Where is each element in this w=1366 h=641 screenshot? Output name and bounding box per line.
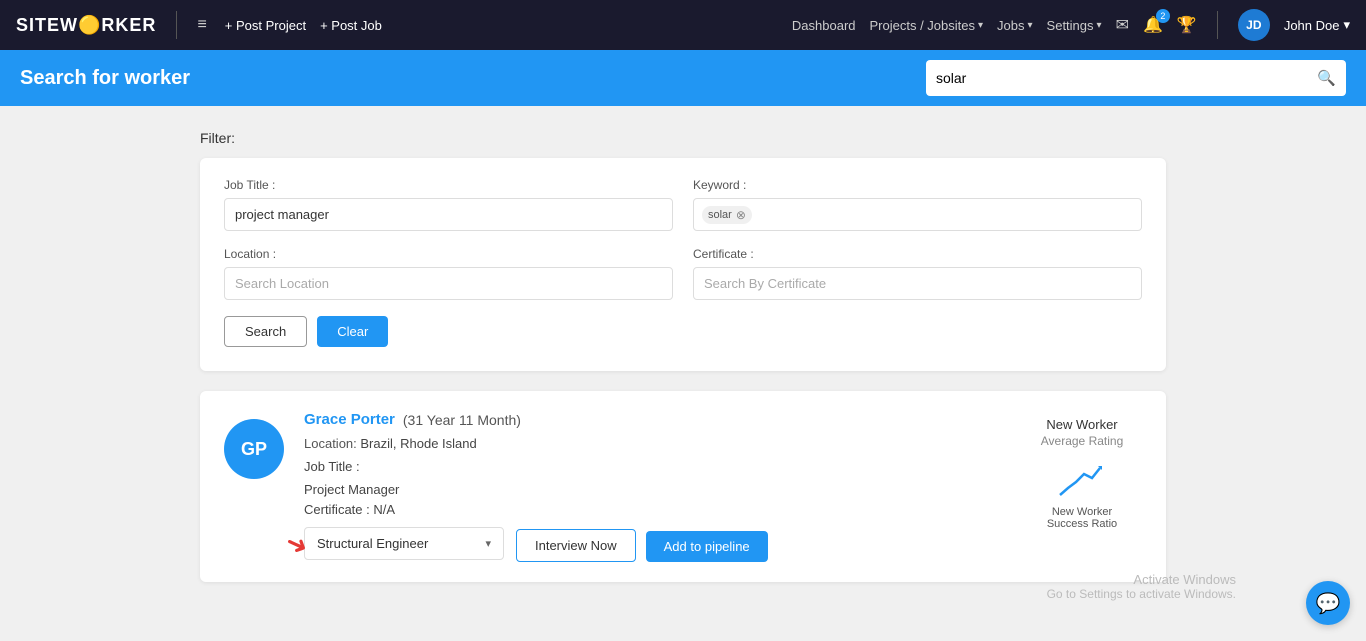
certificate-input[interactable] <box>693 267 1142 300</box>
post-job-button[interactable]: + Post Job <box>320 18 382 33</box>
filter-label: Filter: <box>200 130 1166 146</box>
interview-now-button[interactable]: Interview Now <box>516 529 636 562</box>
chevron-down-icon: ▾ <box>485 537 491 550</box>
page-header: Search for worker 🔍 <box>0 50 1366 106</box>
location-field: Location : <box>224 247 673 300</box>
logo-highlight: 🟡 <box>78 15 101 35</box>
chevron-down-icon: ▾ <box>1343 17 1350 33</box>
chat-button[interactable]: 💬 <box>1306 581 1350 625</box>
chevron-down-icon: ▾ <box>978 20 983 31</box>
chevron-down-icon: ▾ <box>1028 20 1033 31</box>
job-type-dropdown[interactable]: Structural Engineer ▾ <box>304 527 504 560</box>
nav-dashboard[interactable]: Dashboard <box>792 18 856 33</box>
location-value: Brazil, Rhode Island <box>360 436 476 451</box>
certificate-field: Certificate : <box>693 247 1142 300</box>
worker-info: Grace Porter (31 Year 11 Month) Location… <box>304 411 1002 562</box>
filter-card: Job Title : Keyword : solar ⊗ Location : <box>200 158 1166 371</box>
rating-title: New Worker <box>1046 417 1117 432</box>
worker-name[interactable]: Grace Porter <box>304 411 395 428</box>
worker-location: Location: Brazil, Rhode Island <box>304 434 1002 455</box>
worker-job-title-value: Project Manager <box>304 480 1002 501</box>
search-button[interactable]: Search <box>224 316 307 347</box>
worker-actions: Interview Now Add to pipeline <box>516 529 768 562</box>
location-label: Location : <box>224 247 673 261</box>
avatar[interactable]: JD <box>1238 9 1270 41</box>
nav-divider-2 <box>1217 11 1218 39</box>
filter-row-2: Location : Certificate : <box>224 247 1142 300</box>
success-ratio-chart <box>1058 460 1106 500</box>
user-name[interactable]: John Doe ▾ <box>1284 17 1350 33</box>
search-icon: 🔍 <box>1317 69 1336 87</box>
keyword-field: Keyword : solar ⊗ <box>693 178 1142 231</box>
nav-jobs[interactable]: Jobs ▾ <box>997 18 1033 33</box>
trophy-icon[interactable]: 🏆 <box>1177 15 1197 35</box>
clear-button[interactable]: Clear <box>317 316 388 347</box>
nav-icons: ✉ 🔔2 🏆 JD John Doe ▾ <box>1116 9 1350 41</box>
nav-settings[interactable]: Settings ▾ <box>1047 18 1102 33</box>
keyword-wrap[interactable]: solar ⊗ <box>693 198 1142 231</box>
location-key: Location: <box>304 436 357 451</box>
page-title: Search for worker <box>20 67 926 90</box>
certificate-key: Certificate : <box>304 502 370 517</box>
mail-icon[interactable]: ✉ <box>1116 15 1129 35</box>
certificate-val: N/A <box>373 502 395 517</box>
worker-card: GP Grace Porter (31 Year 11 Month) Locat… <box>200 391 1166 582</box>
filter-row-1: Job Title : Keyword : solar ⊗ <box>224 178 1142 231</box>
chevron-down-icon: ▾ <box>1097 20 1102 31</box>
location-input[interactable] <box>224 267 673 300</box>
add-to-pipeline-button[interactable]: Add to pipeline <box>646 531 768 562</box>
worker-name-row: Grace Porter (31 Year 11 Month) <box>304 411 1002 428</box>
dropdown-value: Structural Engineer <box>317 536 428 551</box>
top-navigation: SITEW🟡RKER ≡ + Post Project + Post Job D… <box>0 0 1366 50</box>
certificate-label: Certificate : <box>693 247 1142 261</box>
main-content: Filter: Job Title : Keyword : solar ⊗ <box>0 106 1366 626</box>
worker-rating-section: New Worker Average Rating New WorkerSucc… <box>1022 411 1142 530</box>
nav-projects[interactable]: Projects / Jobsites ▾ <box>870 18 984 33</box>
filter-buttons: Search Clear <box>224 316 1142 347</box>
bell-icon[interactable]: 🔔2 <box>1143 15 1163 35</box>
job-title-input[interactable] <box>224 198 673 231</box>
worker-age: (31 Year 11 Month) <box>403 412 521 428</box>
worker-certificate: Certificate : N/A <box>304 502 1002 517</box>
header-search-input[interactable] <box>936 70 1317 86</box>
post-project-button[interactable]: + Post Project <box>225 18 306 33</box>
job-title-field: Job Title : <box>224 178 673 231</box>
nav-divider <box>176 11 177 39</box>
notification-badge: 2 <box>1156 9 1170 23</box>
rating-subtitle: Average Rating <box>1041 434 1124 448</box>
worker-avatar: GP <box>224 419 284 479</box>
hamburger-icon[interactable]: ≡ <box>197 16 206 34</box>
keyword-remove-icon[interactable]: ⊗ <box>736 208 746 222</box>
header-search-box[interactable]: 🔍 <box>926 60 1346 96</box>
logo: SITEW🟡RKER <box>16 15 156 36</box>
success-ratio-label: New WorkerSuccess Ratio <box>1047 506 1117 530</box>
keyword-tag: solar ⊗ <box>702 206 752 224</box>
job-title-label: Job Title : <box>224 178 673 192</box>
worker-bottom-row: ➜ Structural Engineer ▾ Interview Now Ad… <box>304 525 1002 562</box>
keyword-input[interactable] <box>752 199 1133 230</box>
worker-job-title-label: Job Title : <box>304 457 1002 478</box>
keyword-label: Keyword : <box>693 178 1142 192</box>
